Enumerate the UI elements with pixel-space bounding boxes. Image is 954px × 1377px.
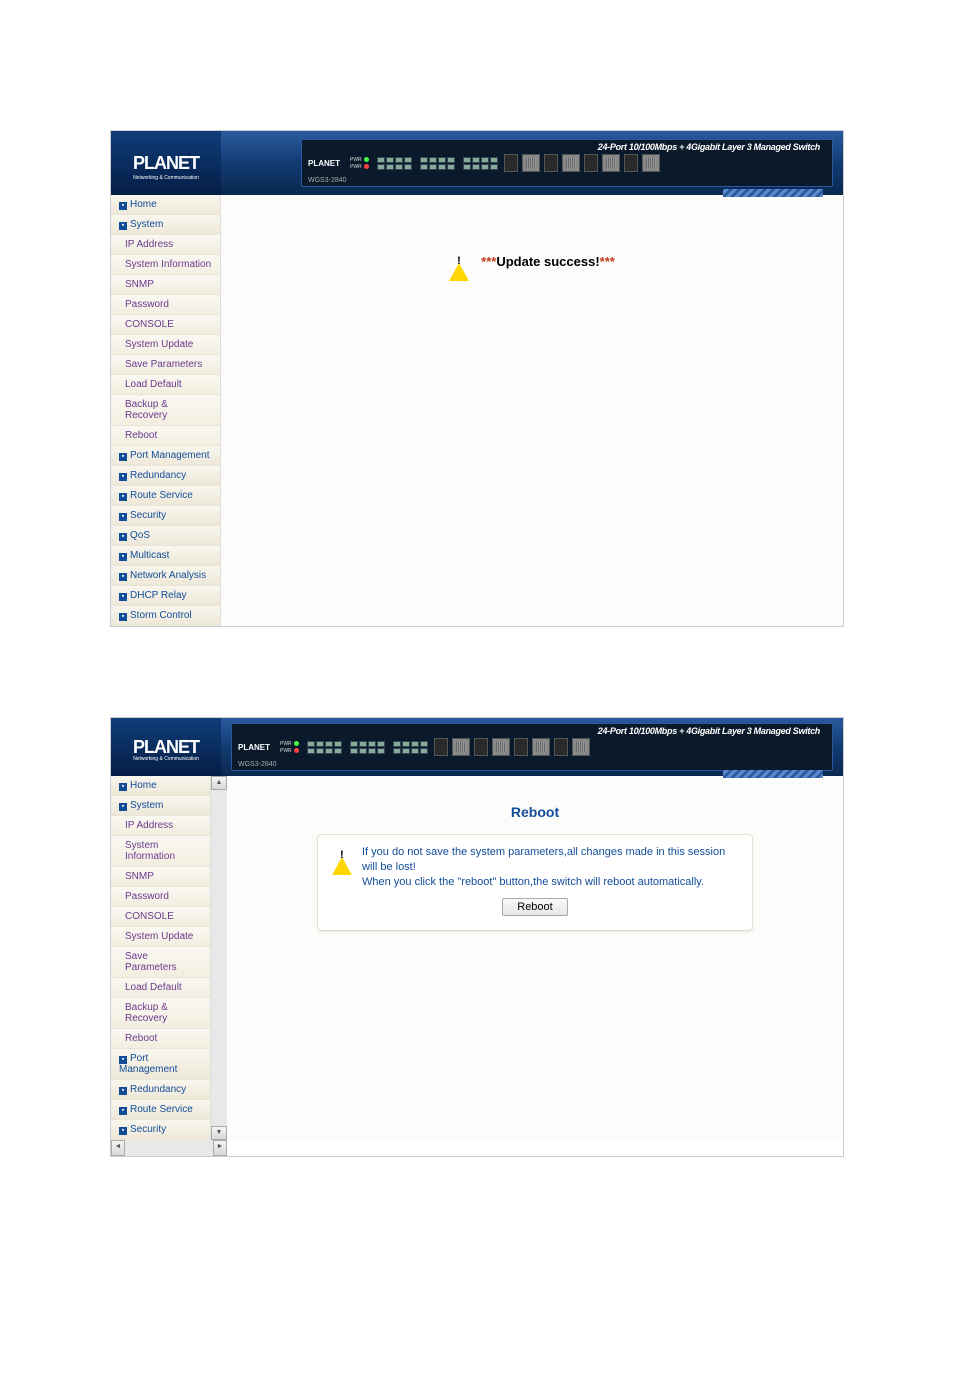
- screenshot-update-success: PLANET Networking & Communication 24-Por…: [110, 130, 844, 627]
- device-model: WGS3-2840: [308, 177, 347, 184]
- nav-load-default[interactable]: Load Default: [111, 375, 220, 395]
- nav-storm-control[interactable]: ▪Storm Control: [111, 606, 220, 626]
- panel-brand: PLANET: [238, 743, 270, 752]
- panel-brand: PLANET: [308, 159, 340, 168]
- nav-system-update[interactable]: System Update: [111, 335, 220, 355]
- nav-qos[interactable]: ▪QoS: [111, 526, 220, 546]
- nav-password[interactable]: Password: [111, 295, 220, 315]
- nav-console[interactable]: CONSOLE: [111, 315, 220, 335]
- device-title: 24-Port 10/100Mbps + 4Gigabit Layer 3 Ma…: [598, 726, 820, 736]
- nav-ip-address[interactable]: IP Address: [111, 235, 220, 255]
- page-title: Reboot: [247, 804, 823, 820]
- warning-icon: [449, 251, 469, 271]
- nav-load-default[interactable]: Load Default: [111, 978, 210, 998]
- nav-system-update[interactable]: System Update: [111, 927, 210, 947]
- sidebar: ▪Home ▪System IP Address System Informat…: [111, 195, 221, 626]
- nav-save-parameters[interactable]: Save Parameters: [111, 355, 220, 375]
- nav-security[interactable]: ▪Security: [111, 1120, 210, 1140]
- content-area: Reboot If you do not save the system par…: [227, 776, 843, 1140]
- brand-tagline: Networking & Communication: [133, 756, 199, 762]
- brand-logo: PLANET Networking & Communication: [111, 131, 221, 195]
- nav-system-information[interactable]: System Information: [111, 836, 210, 867]
- reboot-button[interactable]: Reboot: [502, 898, 567, 916]
- brand-name: PLANET: [133, 737, 199, 758]
- nav-system[interactable]: ▪System: [111, 215, 220, 235]
- scroll-right-button[interactable]: ►: [213, 1140, 227, 1156]
- reboot-description: If you do not save the system parameters…: [362, 845, 738, 890]
- gbic-slots: [434, 738, 590, 756]
- nav-ip-address[interactable]: IP Address: [111, 816, 210, 836]
- nav-console[interactable]: CONSOLE: [111, 907, 210, 927]
- nav-system[interactable]: ▪System: [111, 796, 210, 816]
- header-stripes: [723, 770, 823, 778]
- horizontal-scrollbar[interactable]: ◄ ►: [111, 1140, 227, 1156]
- vertical-scrollbar[interactable]: ▲ ▼: [211, 776, 227, 1140]
- brand-name: PLANET: [133, 153, 199, 174]
- pwr-led-green: [364, 157, 369, 162]
- scroll-left-button[interactable]: ◄: [111, 1140, 125, 1156]
- nav-route-service[interactable]: ▪Route Service: [111, 1100, 210, 1120]
- reboot-panel: If you do not save the system parameters…: [317, 834, 753, 931]
- nav-reboot[interactable]: Reboot: [111, 426, 220, 446]
- led-group: PWR PWR: [280, 741, 299, 754]
- pwr-led-red: [294, 748, 299, 753]
- led-group: PWR PWR: [350, 157, 369, 170]
- gbic-slots: [504, 154, 660, 172]
- nav-home[interactable]: ▪Home: [111, 195, 220, 215]
- pwr-led-red: [364, 164, 369, 169]
- scroll-up-button[interactable]: ▲: [211, 776, 227, 790]
- content-area: ***Update success!***: [221, 195, 843, 626]
- device-header: PLANET Networking & Communication 24-Por…: [111, 131, 843, 195]
- brand-tagline: Networking & Communication: [133, 175, 199, 181]
- header-stripes: [723, 189, 823, 197]
- device-panel: 24-Port 10/100Mbps + 4Gigabit Layer 3 Ma…: [301, 139, 833, 187]
- sidebar: ▪Home ▪System IP Address System Informat…: [111, 776, 211, 1140]
- nav-backup-recovery[interactable]: Backup & Recovery: [111, 998, 210, 1029]
- nav-security[interactable]: ▪Security: [111, 506, 220, 526]
- rj45-ports: [377, 157, 498, 170]
- nav-snmp[interactable]: SNMP: [111, 867, 210, 887]
- nav-port-management[interactable]: ▪Port Management: [111, 1049, 210, 1080]
- nav-save-parameters[interactable]: Save Parameters: [111, 947, 210, 978]
- device-panel: 24-Port 10/100Mbps + 4Gigabit Layer 3 Ma…: [231, 723, 833, 771]
- nav-multicast[interactable]: ▪Multicast: [111, 546, 220, 566]
- nav-home[interactable]: ▪Home: [111, 776, 210, 796]
- nav-network-analysis[interactable]: ▪Network Analysis: [111, 566, 220, 586]
- device-header: PLANET Networking & Communication 24-Por…: [111, 718, 843, 776]
- nav-port-management[interactable]: ▪Port Management: [111, 446, 220, 466]
- nav-route-service[interactable]: ▪Route Service: [111, 486, 220, 506]
- status-message: ***Update success!***: [241, 251, 823, 271]
- screenshot-reboot: PLANET Networking & Communication 24-Por…: [110, 717, 844, 1157]
- nav-snmp[interactable]: SNMP: [111, 275, 220, 295]
- nav-system-information[interactable]: System Information: [111, 255, 220, 275]
- warning-icon: [332, 845, 352, 865]
- nav-reboot[interactable]: Reboot: [111, 1029, 210, 1049]
- rj45-ports: [307, 741, 428, 754]
- nav-redundancy[interactable]: ▪Redundancy: [111, 1080, 210, 1100]
- brand-logo: PLANET Networking & Communication: [111, 718, 221, 776]
- device-title: 24-Port 10/100Mbps + 4Gigabit Layer 3 Ma…: [598, 142, 820, 152]
- nav-redundancy[interactable]: ▪Redundancy: [111, 466, 220, 486]
- nav-password[interactable]: Password: [111, 887, 210, 907]
- nav-backup-recovery[interactable]: Backup & Recovery: [111, 395, 220, 426]
- nav-dhcp-relay[interactable]: ▪DHCP Relay: [111, 586, 220, 606]
- device-model: WGS3-2840: [238, 761, 277, 768]
- scroll-down-button[interactable]: ▼: [211, 1126, 227, 1140]
- pwr-led-green: [294, 741, 299, 746]
- update-success-text: ***Update success!***: [481, 254, 615, 269]
